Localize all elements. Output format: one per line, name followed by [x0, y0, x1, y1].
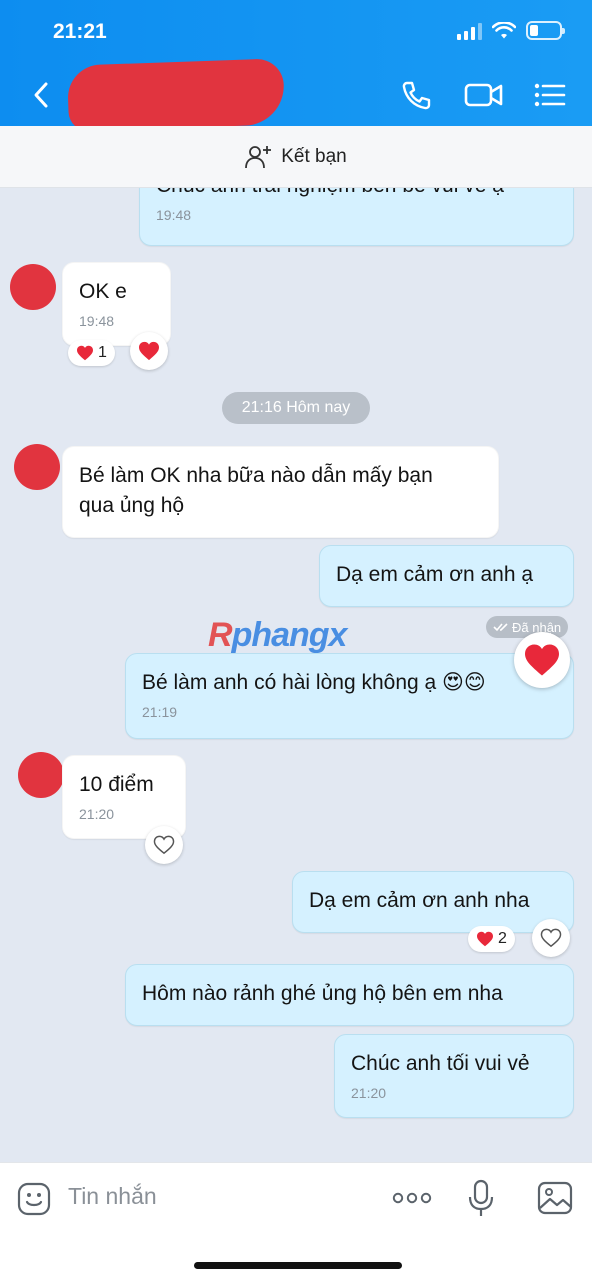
image-icon[interactable] [537, 1181, 573, 1215]
message-bubble-them[interactable]: Bé làm OK nha bữa nào dẫn mấy bạn qua ủn… [62, 446, 499, 538]
message-text: Chúc anh tối vui vẻ [351, 1052, 530, 1075]
message-list[interactable]: Chúc anh trải nghiệm bên bé vui vẻ ạ 19:… [0, 188, 592, 1162]
message-text: Dạ em cảm ơn anh ạ [336, 563, 534, 586]
date-separator: 21:16 Hôm nay [222, 392, 370, 424]
message-bubble-me[interactable]: Hôm nào rảnh ghé ủng hộ bên em nha [125, 964, 574, 1026]
message-bubble-me[interactable]: Dạ em cảm ơn anh ạ [319, 545, 574, 607]
status-time: 21:21 [53, 20, 107, 43]
heart-icon [139, 341, 159, 361]
reaction-heart-big[interactable] [514, 632, 570, 688]
microphone-icon[interactable] [468, 1179, 494, 1219]
add-friend-bar[interactable]: Kết bạn [0, 126, 592, 188]
message-time: 19:48 [156, 207, 192, 223]
message-bubble-me[interactable]: Dạ em cảm ơn anh nha [292, 871, 574, 933]
double-check-icon [493, 623, 508, 632]
add-user-icon [245, 145, 272, 168]
heart-icon [525, 644, 559, 676]
message-text: 10 điểm [79, 773, 154, 796]
video-camera-icon[interactable] [464, 78, 504, 112]
react-button[interactable] [145, 826, 183, 864]
cellular-signal-icon [457, 22, 482, 40]
emoji-icon[interactable] [16, 1181, 52, 1217]
more-icon[interactable] [392, 1191, 432, 1205]
message-time: 19:48 [79, 313, 115, 329]
home-indicator[interactable] [194, 1262, 402, 1269]
heart-icon [477, 931, 493, 947]
reaction-count-value: 2 [498, 930, 507, 947]
reaction-count-value: 1 [98, 344, 107, 361]
react-button[interactable] [532, 919, 570, 957]
reaction-count[interactable]: 1 [68, 340, 115, 366]
message-bubble-me[interactable]: Chúc anh tối vui vẻ 21:20 [334, 1034, 574, 1118]
chat-header: 21:21 [0, 0, 592, 132]
chevron-left-icon[interactable] [28, 78, 54, 112]
message-time: 21:19 [142, 704, 178, 720]
avatar[interactable] [14, 444, 60, 490]
message-text: Bé làm OK nha bữa nào dẫn mấy bạn qua ủn… [79, 464, 433, 517]
heart-outline-icon [540, 928, 562, 948]
redacted-contact-name [66, 58, 286, 132]
status-indicators [457, 21, 565, 40]
heart-icon [77, 345, 93, 361]
message-time: 21:20 [79, 806, 115, 822]
message-time: 21:20 [351, 1085, 387, 1101]
message-text: Dạ em cảm ơn anh nha [309, 889, 530, 912]
message-bubble-me[interactable]: Bé làm anh có hài lòng không ạ 😍😊 21:19 [125, 653, 574, 739]
menu-list-icon[interactable] [532, 78, 568, 112]
phone-icon[interactable] [398, 78, 434, 112]
wifi-icon [492, 21, 516, 38]
message-text: OK e [79, 280, 127, 303]
message-input[interactable]: Tin nhắn [68, 1183, 157, 1210]
avatar[interactable] [18, 752, 64, 798]
add-friend-label: Kết bạn [281, 145, 347, 167]
message-text: Hôm nào rảnh ghé ủng hộ bên em nha [142, 982, 503, 1005]
message-text: Bé làm anh có hài lòng không ạ 😍😊 [142, 671, 486, 694]
avatar[interactable] [10, 264, 56, 310]
reaction-count[interactable]: 2 [468, 926, 515, 952]
battery-icon [526, 21, 565, 40]
watermark-logo: Rphangx [208, 616, 347, 654]
react-button[interactable] [130, 332, 168, 370]
message-bubble-me[interactable]: Chúc anh trải nghiệm bên bé vui vẻ ạ 19:… [139, 188, 574, 246]
heart-outline-icon [153, 835, 175, 855]
message-text: Chúc anh trải nghiệm bên bé vui vẻ ạ [156, 188, 557, 201]
